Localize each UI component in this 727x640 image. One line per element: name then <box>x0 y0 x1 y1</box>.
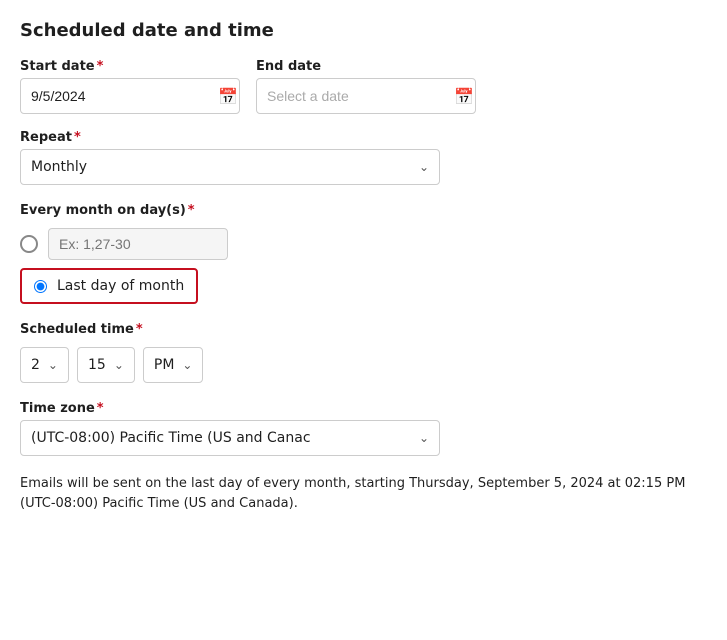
time-row: 2 ⌄ 15 ⌄ PM ⌄ <box>20 347 707 383</box>
info-text: Emails will be sent on the last day of e… <box>20 474 707 513</box>
timezone-chevron-icon: ⌄ <box>419 431 429 445</box>
radio-group: Last day of month <box>20 228 707 304</box>
start-date-required: * <box>97 59 104 74</box>
hour-select[interactable]: 2 ⌄ <box>20 347 69 383</box>
last-day-label: Last day of month <box>57 278 184 294</box>
start-date-input-wrapper[interactable]: 📅 <box>20 78 240 114</box>
minute-chevron-icon: ⌄ <box>114 358 124 372</box>
end-date-input[interactable] <box>267 88 448 104</box>
timezone-required: * <box>97 401 104 416</box>
days-input-option <box>20 228 707 260</box>
last-day-option: Last day of month <box>20 268 198 304</box>
ampm-value: PM <box>154 357 175 373</box>
hour-value: 2 <box>31 357 40 373</box>
end-date-label: End date <box>256 59 476 74</box>
scheduled-time-label: Scheduled time * <box>20 322 707 337</box>
repeat-label: Repeat * <box>20 130 440 145</box>
every-month-required: * <box>188 203 195 218</box>
timezone-select[interactable]: (UTC-08:00) Pacific Time (US and Canac ⌄ <box>20 420 440 456</box>
ampm-chevron-icon: ⌄ <box>182 358 192 372</box>
start-date-calendar-icon[interactable]: 📅 <box>218 87 238 106</box>
timezone-label: Time zone * <box>20 401 707 416</box>
minute-value: 15 <box>88 357 106 373</box>
hour-chevron-icon: ⌄ <box>48 358 58 372</box>
page-title: Scheduled date and time <box>20 20 707 41</box>
repeat-required: * <box>74 130 81 145</box>
repeat-value: Monthly <box>31 159 87 175</box>
start-date-input[interactable] <box>31 88 212 104</box>
every-month-label: Every month on day(s) * <box>20 203 707 218</box>
end-date-input-wrapper[interactable]: 📅 <box>256 78 476 114</box>
scheduled-time-required: * <box>136 322 143 337</box>
ampm-select[interactable]: PM ⌄ <box>143 347 204 383</box>
timezone-value: (UTC-08:00) Pacific Time (US and Canac <box>31 430 311 446</box>
days-input-radio[interactable] <box>20 235 38 253</box>
end-date-calendar-icon[interactable]: 📅 <box>454 87 474 106</box>
repeat-chevron-icon: ⌄ <box>419 160 429 174</box>
last-day-radio[interactable] <box>34 280 47 293</box>
minute-select[interactable]: 15 ⌄ <box>77 347 135 383</box>
repeat-select[interactable]: Monthly ⌄ <box>20 149 440 185</box>
days-input-field[interactable] <box>48 228 228 260</box>
start-date-label: Start date * <box>20 59 240 74</box>
